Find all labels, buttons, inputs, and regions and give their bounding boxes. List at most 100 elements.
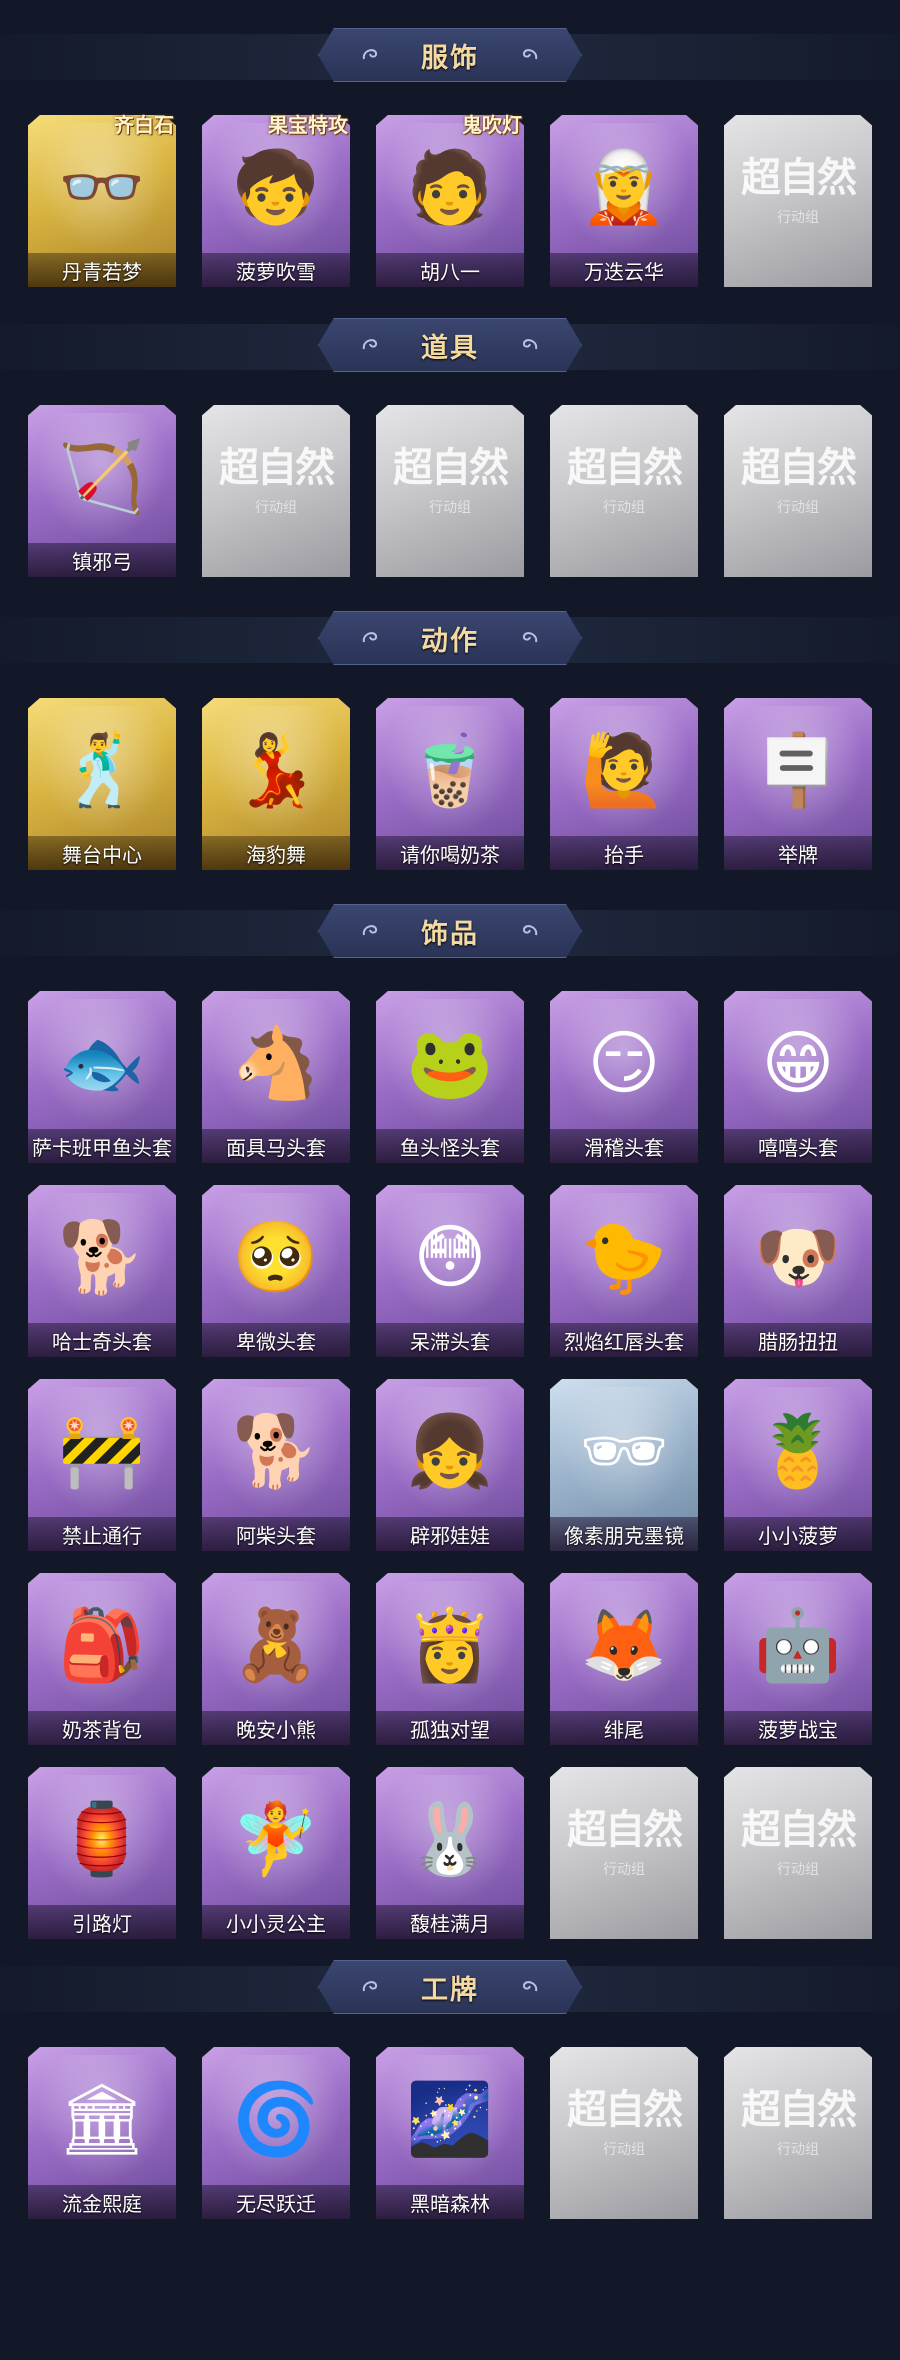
watermark-logo: 超自然 [567,1806,683,1853]
item-card[interactable]: 🧋 请你喝奶茶 [376,698,524,870]
item-label: 鱼头怪头套 [400,1137,500,1160]
item-icon: 😁 [761,1024,835,1102]
locked-item-card[interactable]: 超自然 行动组 [550,2047,698,2219]
item-card[interactable]: 🏛 流金熙庭 [28,2047,176,2219]
item-card[interactable]: 🧝 万迭云华 [550,115,698,287]
section-title: 服饰 [421,42,479,73]
ip-collab-badge: 齐白石 [114,113,174,137]
item-label: 流金熙庭 [62,2193,142,2216]
item-card[interactable]: 🕶 像素朋克墨镜 [550,1379,698,1551]
watermark-logo: 超自然 [741,444,857,491]
section-title: 道具 [421,332,479,363]
item-card[interactable]: 💃 海豹舞 [202,698,350,870]
item-image: 🕺 [36,706,168,834]
item-label-bar: 滑稽头套 [550,1129,698,1163]
item-card[interactable]: 😳 呆滞头套 [376,1185,524,1357]
item-card[interactable]: 🏹 镇邪弓 [28,405,176,577]
item-image: 🍍 [732,1387,864,1515]
item-icon: 🚧 [58,1412,146,1490]
watermark-logo: 超自然 [741,2086,857,2133]
item-icon: 👸 [406,1606,494,1684]
item-card[interactable]: 👸 孤独对望 [376,1573,524,1745]
watermark-subtitle: 行动组 [777,209,819,225]
item-card[interactable]: 😁 嘻嘻头套 [724,991,872,1163]
swirl-left-icon [360,628,380,648]
item-card[interactable]: 🌌 黑暗森林 [376,2047,524,2219]
item-label: 晚安小熊 [236,1719,316,1742]
item-card[interactable]: 🦊 绯尾 [550,1573,698,1745]
item-icon: 💃 [232,731,320,809]
item-icon: 🏮 [58,1800,146,1878]
swirl-left-icon [360,45,380,65]
item-card[interactable]: 🧸 晚安小熊 [202,1573,350,1745]
item-card[interactable]: 🍍 小小菠萝 [724,1379,872,1551]
item-image: 🥺 [210,1193,342,1321]
item-label-bar: 黑暗森林 [376,2185,524,2219]
item-image: 👸 [384,1581,516,1709]
item-label-bar: 万迭云华 [550,253,698,287]
item-card[interactable]: 🎒 奶茶背包 [28,1573,176,1745]
item-card[interactable]: 👓 丹青若梦 齐白石 [28,113,176,287]
item-icon: 🙋 [580,731,668,809]
swirl-right-icon [520,45,540,65]
item-card[interactable]: 🐶 腊肠扭扭 [724,1185,872,1357]
item-label-bar: 馥桂满月 [376,1905,524,1939]
locked-item-card[interactable]: 超自然 行动组 [724,1767,872,1939]
locked-item-card[interactable]: 超自然 行动组 [724,115,872,287]
item-card[interactable]: 🐸 鱼头怪头套 [376,991,524,1163]
item-card[interactable]: 🥺 卑微头套 [202,1185,350,1357]
item-icon: 🐸 [406,1024,494,1102]
item-icon: 🐤 [580,1218,668,1296]
item-label-bar: 小小灵公主 [202,1905,350,1939]
item-label-bar: 绯尾 [550,1711,698,1745]
item-card[interactable]: 🧚 小小灵公主 [202,1767,350,1939]
item-card[interactable]: 🪧 举牌 [724,698,872,870]
item-image: 🐤 [558,1193,690,1321]
item-icon: 🧑 [406,148,494,226]
item-label-bar: 舞台中心 [28,836,176,870]
item-label: 哈士奇头套 [52,1331,152,1354]
item-icon: 😳 [413,1218,487,1296]
section-title: 饰品 [421,918,479,949]
item-card[interactable]: 👧 辟邪娃娃 [376,1379,524,1551]
watermark-subtitle: 行动组 [603,499,645,515]
item-card[interactable]: 🚧 禁止通行 [28,1379,176,1551]
item-label: 黑暗森林 [410,2193,490,2216]
item-image: 😳 [384,1193,516,1321]
item-card[interactable]: 🧒 菠萝吹雪 果宝特攻 [202,113,350,287]
item-card[interactable]: 🐕 哈士奇头套 [28,1185,176,1357]
item-label: 馥桂满月 [410,1913,490,1936]
item-card[interactable]: 🐟 萨卡班甲鱼头套 [28,991,176,1163]
item-image: 💃 [210,706,342,834]
locked-item-card[interactable]: 超自然 行动组 [376,405,524,577]
item-image: 🏮 [36,1775,168,1903]
item-image: 👧 [384,1387,516,1515]
item-card[interactable]: 🐴 面具马头套 [202,991,350,1163]
item-image: 🏛 [36,2055,168,2183]
locked-watermark: 超自然 行动组 [550,2077,698,2159]
locked-item-card[interactable]: 超自然 行动组 [724,405,872,577]
item-label: 奶茶背包 [62,1719,142,1742]
locked-item-card[interactable]: 超自然 行动组 [550,405,698,577]
item-label: 小小灵公主 [226,1913,326,1936]
item-card[interactable]: 🐰 馥桂满月 [376,1767,524,1939]
item-card[interactable]: 🙋 抬手 [550,698,698,870]
item-icon: 🐶 [754,1218,842,1296]
item-icon: 🌀 [232,2080,320,2158]
locked-item-card[interactable]: 超自然 行动组 [550,1767,698,1939]
item-card[interactable]: 🧑 胡八一 鬼吹灯 [376,113,524,287]
item-card[interactable]: 🏮 引路灯 [28,1767,176,1939]
item-card[interactable]: 🐤 烈焰红唇头套 [550,1185,698,1357]
watermark-subtitle: 行动组 [429,499,471,515]
item-card[interactable]: 🕺 舞台中心 [28,698,176,870]
item-card[interactable]: 😏 滑稽头套 [550,991,698,1163]
item-label: 举牌 [778,844,818,867]
item-label: 呆滞头套 [410,1331,490,1354]
swirl-left-icon [360,335,380,355]
locked-item-card[interactable]: 超自然 行动组 [724,2047,872,2219]
watermark-subtitle: 行动组 [255,499,297,515]
item-card[interactable]: 🌀 无尽跃迁 [202,2047,350,2219]
item-card[interactable]: 🤖 菠萝战宝 [724,1573,872,1745]
item-card[interactable]: 🐕 阿柴头套 [202,1379,350,1551]
locked-item-card[interactable]: 超自然 行动组 [202,405,350,577]
